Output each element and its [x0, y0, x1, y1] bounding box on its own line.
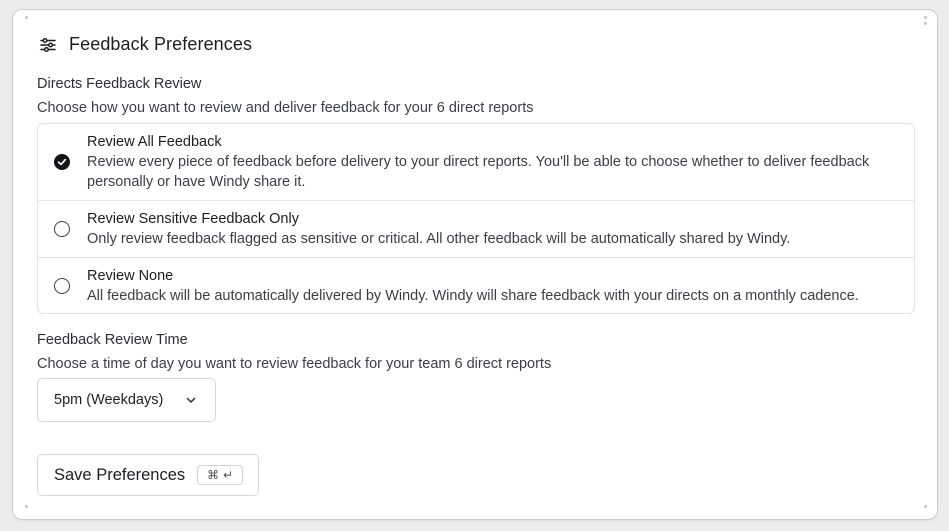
save-preferences-button[interactable]: Save Preferences ⌘ ↵	[37, 454, 259, 496]
preferences-card: Feedback Preferences Directs Feedback Re…	[12, 9, 938, 520]
enter-key-icon: ↵	[222, 468, 234, 482]
radio-review-none[interactable]	[54, 278, 70, 294]
directs-review-title: Directs Feedback Review	[37, 76, 202, 92]
option-review-all[interactable]: Review All Feedback Review every piece o…	[38, 124, 914, 201]
review-options-group: Review All Feedback Review every piece o…	[37, 123, 915, 314]
corner-dot	[924, 505, 927, 508]
option-review-none[interactable]: Review None All feedback will be automat…	[38, 258, 914, 313]
review-time-description: Choose a time of day you want to review …	[37, 356, 552, 372]
chevron-down-icon	[186, 397, 196, 403]
radio-review-sensitive[interactable]	[54, 221, 70, 237]
option-description: All feedback will be automatically deliv…	[87, 288, 859, 304]
corner-dot	[25, 16, 28, 19]
keyboard-shortcut: ⌘ ↵	[197, 465, 243, 485]
corner-dot	[924, 22, 927, 25]
review-time-select[interactable]: 5pm (Weekdays)	[37, 378, 216, 422]
option-title: Review All Feedback	[87, 134, 222, 150]
save-button-label: Save Preferences	[54, 465, 186, 484]
command-key-icon: ⌘	[206, 468, 219, 482]
option-description: Review every piece of feedback before de…	[87, 154, 870, 190]
page-title: Feedback Preferences	[69, 34, 253, 54]
corner-dot	[924, 16, 927, 19]
option-title: Review Sensitive Feedback Only	[87, 211, 299, 227]
directs-review-description: Choose how you want to review and delive…	[37, 100, 534, 116]
radio-review-all[interactable]	[54, 154, 70, 170]
card-header: Feedback Preferences	[39, 34, 252, 55]
check-icon	[57, 158, 67, 166]
review-time-title: Feedback Review Time	[37, 332, 188, 348]
corner-dot	[25, 505, 28, 508]
option-description: Only review feedback flagged as sensitiv…	[87, 231, 791, 247]
option-title: Review None	[87, 268, 174, 284]
option-review-sensitive[interactable]: Review Sensitive Feedback Only Only revi…	[38, 201, 914, 258]
sliders-icon	[40, 37, 56, 52]
review-time-value: 5pm (Weekdays)	[54, 392, 164, 408]
